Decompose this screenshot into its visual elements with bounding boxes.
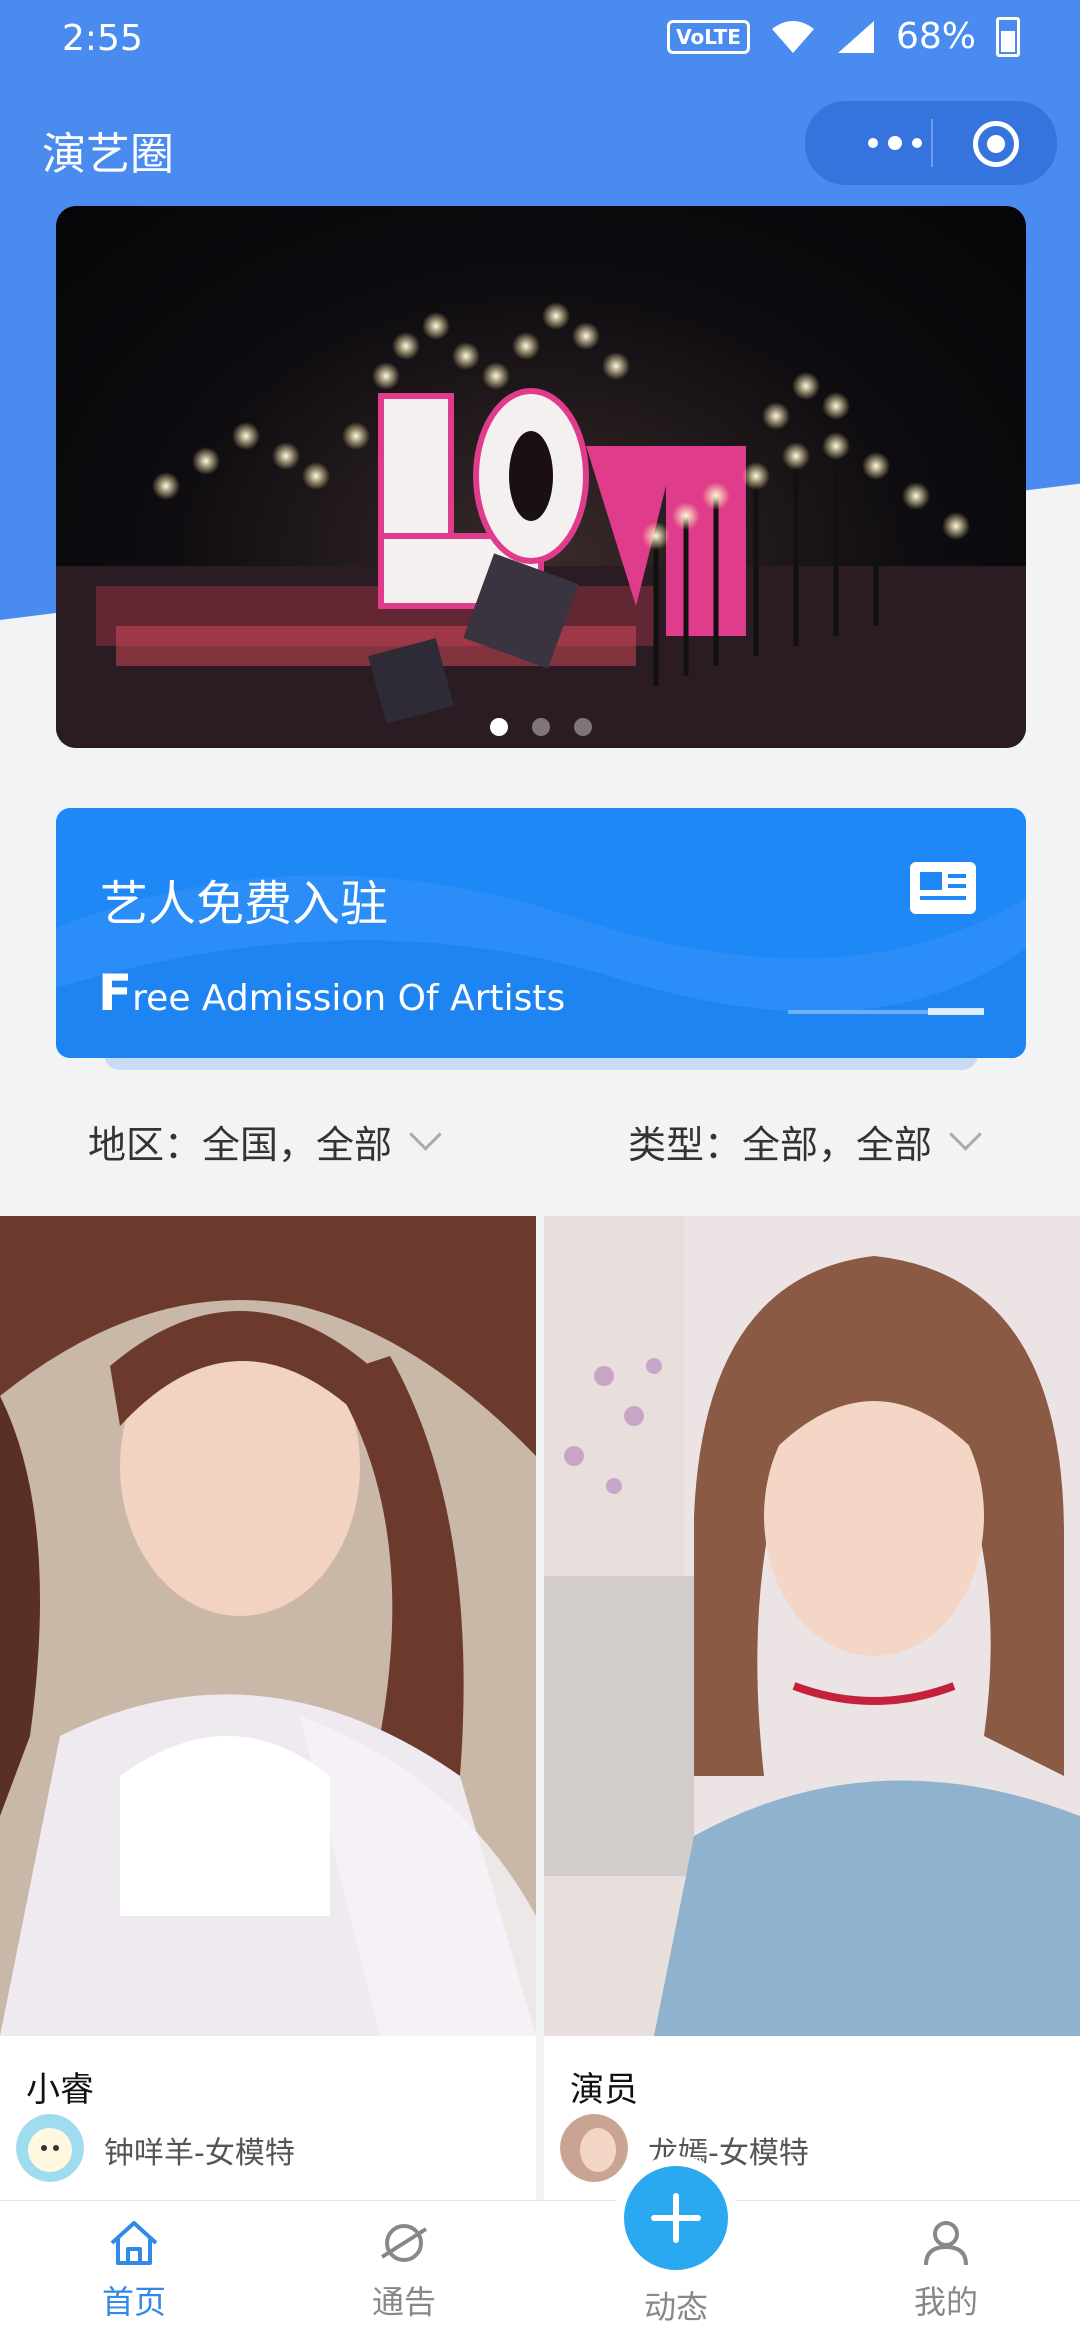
banner-dot[interactable]: [532, 718, 550, 736]
more-menu-icon[interactable]: [845, 126, 945, 160]
user-icon: [924, 2221, 968, 2266]
artist-join-card[interactable]: 艺人免费入驻 Free Admission Of Artists: [56, 808, 1026, 1058]
author-avatar[interactable]: [16, 2114, 84, 2182]
bottom-tab-bar: 首页 通告 我的: [0, 2200, 1080, 2341]
artist-card-title: 小睿: [26, 2070, 94, 2110]
battery-icon: [996, 16, 1020, 57]
banner-indicator: [56, 718, 1026, 748]
artist-photo: [544, 1216, 1080, 2036]
tab-feed-label[interactable]: 动态: [576, 2282, 776, 2328]
chevron-down-icon: [949, 1118, 982, 1151]
type-filter[interactable]: 类型：全部，全部: [628, 1114, 982, 1169]
capsule-divider: [931, 119, 933, 167]
banner-dot[interactable]: [490, 718, 508, 736]
promo-subtitle-initial: F: [98, 964, 133, 1022]
signal-icon: [837, 20, 874, 53]
app-title: 演艺圈: [42, 129, 174, 180]
region-filter-label: 地区：全国，全部: [88, 1123, 393, 1167]
battery-percent: 68%: [895, 16, 976, 57]
artist-card-title: 演员: [570, 2070, 638, 2110]
artist-photo: [0, 1216, 536, 2036]
artist-card[interactable]: 演员 龙嫣-女模特: [544, 1216, 1080, 2216]
tab-notice[interactable]: 通告: [304, 2219, 504, 2323]
add-post-button[interactable]: [624, 2166, 728, 2270]
tab-mine-label: 我的: [913, 2283, 978, 2321]
promo-subtitle-rest: ree Admission Of Artists: [132, 978, 566, 1019]
id-card-icon: [910, 862, 976, 914]
mini-program-capsule: [804, 100, 1058, 186]
tab-notice-label: 通告: [371, 2283, 436, 2321]
author-name: 钟咩羊-女模特: [104, 2136, 295, 2171]
planet-icon: [380, 2224, 428, 2262]
status-time: 2:55: [62, 18, 143, 59]
tab-home-label: 首页: [101, 2283, 166, 2321]
artist-photo-image: [544, 1216, 1080, 2036]
author-avatar[interactable]: [560, 2114, 628, 2182]
banner-dot[interactable]: [574, 718, 592, 736]
promo-subtitle: Free Admission Of Artists: [98, 964, 565, 1022]
banner-image-love-sign: [56, 302, 1026, 748]
region-filter[interactable]: 地区：全国，全部: [88, 1114, 442, 1169]
promo-progress-bar: [788, 1008, 984, 1015]
volte-icon: VoLTE: [667, 19, 750, 54]
type-filter-label: 类型：全部，全部: [628, 1123, 933, 1167]
close-target-icon[interactable]: [973, 121, 1019, 167]
promo-title: 艺人免费入驻: [100, 876, 389, 932]
tab-mine[interactable]: 我的: [846, 2219, 1046, 2323]
artist-photo-image: [0, 1216, 536, 2036]
tab-home[interactable]: 首页: [34, 2219, 234, 2323]
status-icons: VoLTE 68%: [667, 16, 1020, 57]
status-bar: 2:55 VoLTE 68%: [0, 0, 1080, 80]
chevron-down-icon: [409, 1118, 442, 1151]
wifi-icon: [771, 20, 814, 53]
home-icon: [110, 2221, 158, 2265]
artist-card[interactable]: 小睿 钟咩羊-女模特: [0, 1216, 536, 2216]
banner-carousel[interactable]: [56, 206, 1026, 748]
